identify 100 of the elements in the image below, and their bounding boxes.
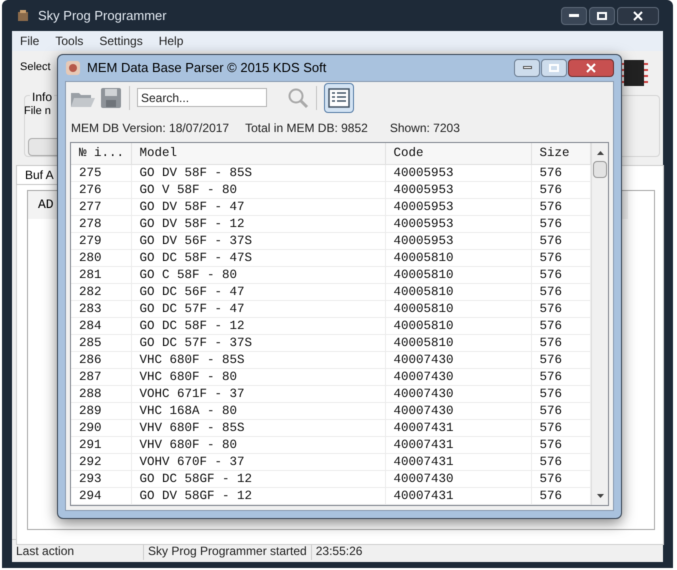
table-cell: GO DV 58F - 85S bbox=[131, 164, 385, 182]
table-cell: 40005810 bbox=[385, 318, 531, 334]
scroll-down-icon[interactable] bbox=[596, 493, 604, 499]
app-icon bbox=[65, 60, 81, 76]
table-cell: 40005810 bbox=[385, 300, 531, 318]
table-cell: 40007430 bbox=[385, 352, 531, 368]
table-cell: 287 bbox=[71, 368, 131, 386]
save-icon[interactable] bbox=[100, 86, 122, 108]
table-cell: 280 bbox=[71, 250, 131, 266]
table-cell: 576 bbox=[531, 470, 590, 488]
table-cell: 576 bbox=[531, 488, 590, 504]
table-cell: 576 bbox=[531, 436, 590, 454]
table-cell: VOHV 670F - 37 bbox=[131, 454, 385, 470]
table-cell: GO DC 57F - 47 bbox=[131, 300, 385, 318]
column-header[interactable]: № i... bbox=[71, 142, 131, 164]
scrollbar-thumb[interactable] bbox=[593, 160, 607, 178]
search-field[interactable]: Search... bbox=[137, 88, 267, 107]
table-cell: 576 bbox=[531, 300, 590, 318]
table-cell: VOHC 671F - 37 bbox=[131, 386, 385, 402]
table-cell: 292 bbox=[71, 454, 131, 470]
table-cell: 576 bbox=[531, 216, 590, 232]
table-cell: 284 bbox=[71, 318, 131, 334]
table-cell: 275 bbox=[71, 164, 131, 182]
menu-item[interactable]: File bbox=[20, 32, 40, 50]
table-cell: 576 bbox=[531, 266, 590, 284]
maximize-button[interactable] bbox=[589, 6, 615, 24]
close-icon bbox=[633, 10, 643, 20]
file-label: File n bbox=[24, 104, 51, 119]
menu-item[interactable]: Settings bbox=[99, 32, 143, 50]
table-cell: 40007431 bbox=[385, 436, 531, 454]
table-cell: 576 bbox=[531, 352, 590, 368]
table-cell: GO DC 57F - 37S bbox=[131, 334, 385, 352]
table-cell: 276 bbox=[71, 182, 131, 198]
table-cell: 286 bbox=[71, 352, 131, 368]
table-cell: 576 bbox=[531, 182, 590, 198]
table-cell: 40007431 bbox=[385, 454, 531, 470]
table-cell: 576 bbox=[531, 250, 590, 266]
table-cell: 40007430 bbox=[385, 368, 531, 386]
table-cell: 282 bbox=[71, 284, 131, 300]
table-cell: 288 bbox=[71, 386, 131, 402]
table-cell: 40005953 bbox=[385, 182, 531, 198]
table-cell: GO DC 58GF - 12 bbox=[131, 470, 385, 488]
table-cell: 294 bbox=[71, 488, 131, 504]
table-cell: GO C 58F - 80 bbox=[131, 266, 385, 284]
menu-item[interactable]: Help bbox=[158, 32, 184, 50]
table-cell: 40007430 bbox=[385, 470, 531, 488]
table-cell: 576 bbox=[531, 386, 590, 402]
column-header[interactable]: Code bbox=[385, 142, 531, 164]
table-cell: 576 bbox=[531, 402, 590, 420]
table-cell: GO DC 58F - 47S bbox=[131, 250, 385, 266]
shown-text: Shown: 7203 bbox=[390, 120, 460, 136]
table-cell: 576 bbox=[531, 232, 590, 250]
table-cell: 40005953 bbox=[385, 198, 531, 216]
close-button[interactable] bbox=[617, 6, 659, 24]
table-cell: 576 bbox=[531, 454, 590, 470]
table-cell: GO DC 58F - 12 bbox=[131, 318, 385, 334]
menu-item[interactable]: Tools bbox=[55, 32, 84, 50]
table-cell: 40005810 bbox=[385, 284, 531, 300]
table-cell: 40005810 bbox=[385, 266, 531, 284]
table-cell: 40005810 bbox=[385, 250, 531, 266]
table-cell: GO DV 58GF - 12 bbox=[131, 488, 385, 504]
table-cell: 576 bbox=[531, 318, 590, 334]
table-cell: VHV 680F - 80 bbox=[131, 436, 385, 454]
table-cell: 40007430 bbox=[385, 402, 531, 420]
list-view-button[interactable] bbox=[324, 82, 354, 112]
table-cell: GO DV 58F - 12 bbox=[131, 216, 385, 232]
table-cell: 283 bbox=[71, 300, 131, 318]
minimize-button[interactable] bbox=[561, 6, 587, 24]
table-cell: 40005953 bbox=[385, 232, 531, 250]
table-cell: 279 bbox=[71, 232, 131, 250]
table-cell: 40007431 bbox=[385, 420, 531, 436]
column-header[interactable]: Model bbox=[131, 142, 385, 164]
table-cell: 576 bbox=[531, 284, 590, 300]
table-cell: GO DC 56F - 47 bbox=[131, 284, 385, 300]
table-cell: 576 bbox=[531, 164, 590, 182]
table-cell: 576 bbox=[531, 198, 590, 216]
table-cell: 281 bbox=[71, 266, 131, 284]
table-cell: 40005953 bbox=[385, 164, 531, 182]
column-header[interactable]: Size bbox=[531, 142, 590, 164]
table-cell: 576 bbox=[531, 334, 590, 352]
table-cell: VHC 680F - 80 bbox=[131, 368, 385, 386]
close-button[interactable] bbox=[568, 58, 614, 77]
scrollbar[interactable] bbox=[591, 142, 608, 505]
table-cell: 576 bbox=[531, 368, 590, 386]
scroll-up-icon[interactable] bbox=[596, 150, 604, 156]
status-text: 23:55:26 bbox=[314, 543, 364, 560]
table-cell: 290 bbox=[71, 420, 131, 436]
version-text: MEM DB Version: 18/07/2017 bbox=[71, 120, 230, 136]
table-cell: 285 bbox=[71, 334, 131, 352]
table-cell: 40005953 bbox=[385, 216, 531, 232]
window-title: Sky Prog Programmer bbox=[38, 6, 167, 25]
table-cell: 291 bbox=[71, 436, 131, 454]
table-cell: VHC 168A - 80 bbox=[131, 402, 385, 420]
status-text: Last action bbox=[12, 542, 144, 560]
total-text: Total in MEM DB: 9852 bbox=[245, 120, 368, 136]
table-cell: GO DV 58F - 47 bbox=[131, 198, 385, 216]
table-cell: 40007431 bbox=[385, 488, 531, 504]
window-title: MEM Data Base Parser © 2015 KDS Soft bbox=[87, 59, 326, 77]
table-cell: VHC 680F - 85S bbox=[131, 352, 385, 368]
selected-label: Select bbox=[20, 60, 51, 75]
